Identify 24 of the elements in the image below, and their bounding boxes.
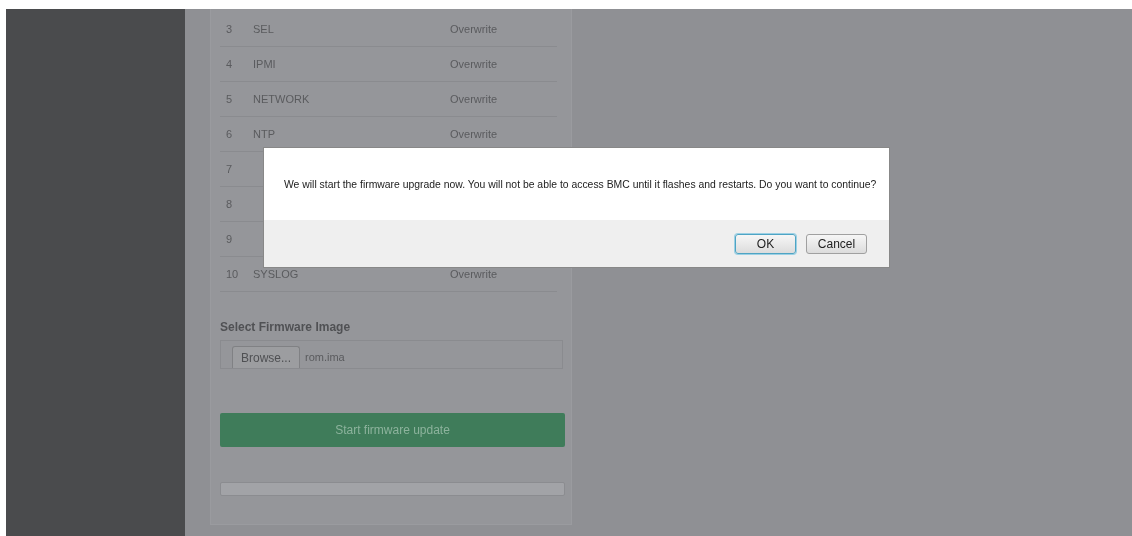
table-cell-text: 10 bbox=[225, 268, 240, 280]
table-cell-text: 4 bbox=[225, 58, 234, 70]
table-cell-text: NETWORK bbox=[253, 93, 311, 105]
table-cell-text: 7 bbox=[225, 163, 234, 175]
start-button[interactable]: Start firmware update bbox=[220, 413, 565, 447]
table-cell: Overwrite bbox=[450, 23, 498, 35]
field-label: Select Firmware Image bbox=[220, 320, 352, 334]
table-cell: Overwrite bbox=[450, 268, 498, 280]
ok-button[interactable]: OK bbox=[735, 233, 796, 254]
cancel-button[interactable]: Cancel bbox=[806, 233, 867, 254]
table-cell-text: 8 bbox=[225, 198, 234, 210]
table-cell: Overwrite bbox=[450, 93, 498, 105]
table-cell-text: SYSLOG bbox=[253, 268, 300, 280]
table-cell-text: NTP bbox=[253, 128, 276, 140]
table-cell: Overwrite bbox=[450, 128, 498, 140]
file-name: rom.ima bbox=[304, 351, 345, 365]
table-cell-text: SEL bbox=[253, 23, 275, 35]
file-field[interactable]: Browse... rom.ima bbox=[220, 340, 563, 369]
browse-button[interactable]: Browse... bbox=[232, 346, 300, 368]
table-cell-text: 3 bbox=[225, 23, 234, 35]
table-cell-text: IPMI bbox=[253, 58, 277, 70]
dialog-message: We will start the firmware upgrade now. You will not be able to access BMC until it flashes and restarts. Do you want to continue? bbox=[284, 178, 877, 190]
table-cell-text: 5 bbox=[225, 93, 234, 105]
table-cell: Overwrite bbox=[450, 58, 498, 70]
